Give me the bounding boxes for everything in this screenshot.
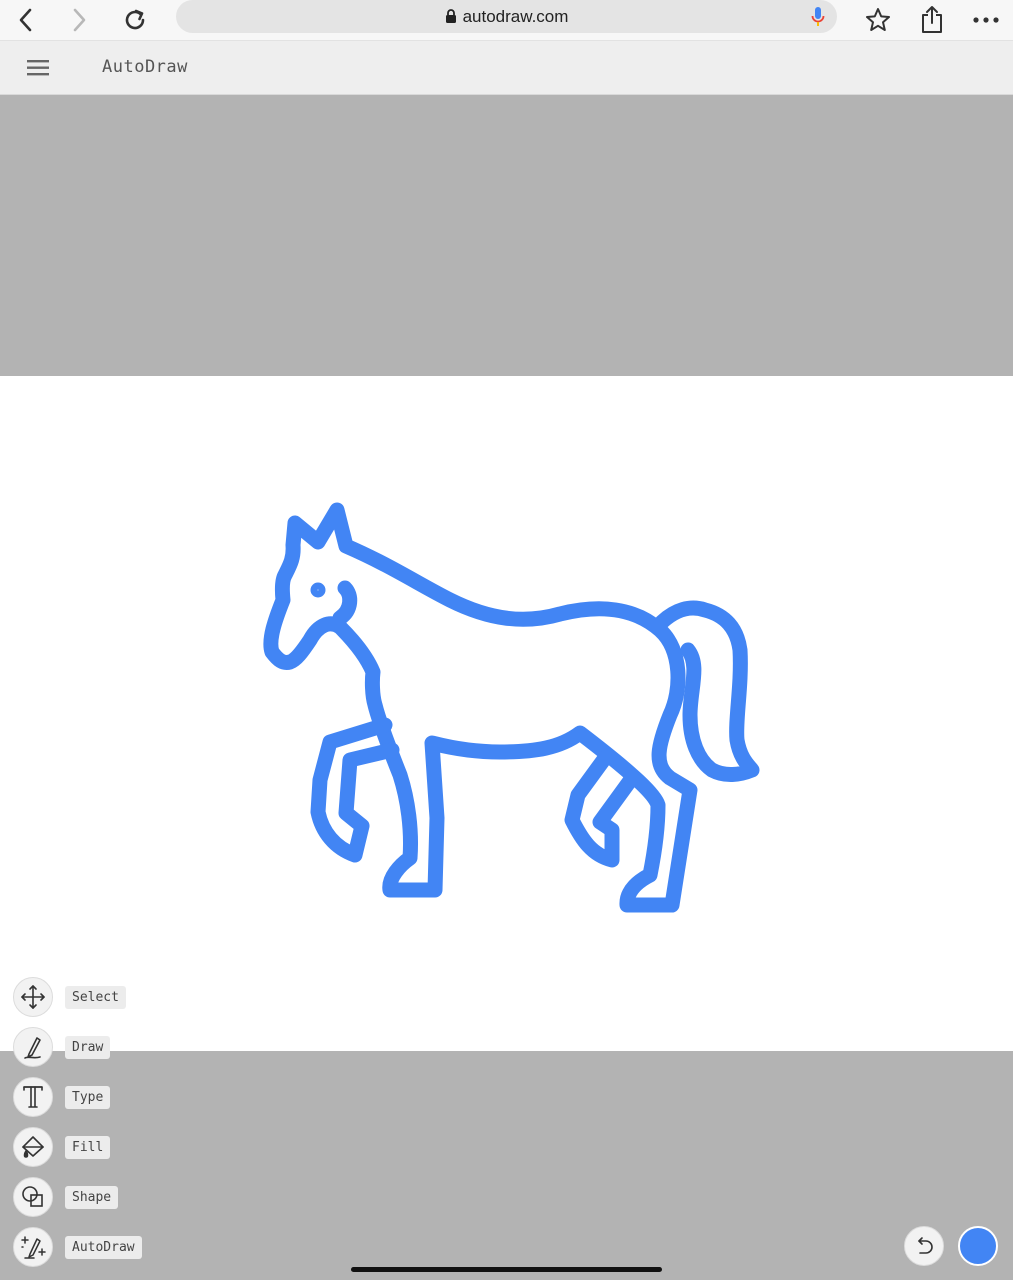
tool-draw[interactable]: Draw — [13, 1026, 111, 1068]
move-icon — [21, 985, 45, 1009]
home-indicator — [351, 1267, 662, 1272]
tool-shape[interactable]: Shape — [13, 1176, 119, 1218]
autodraw-tool-button[interactable] — [13, 1227, 53, 1267]
menu-button[interactable] — [24, 55, 52, 81]
fill-tool-label: Fill — [65, 1135, 111, 1159]
forward-button[interactable] — [61, 2, 97, 38]
reload-icon — [125, 9, 145, 30]
share-icon — [922, 6, 942, 33]
tool-autodraw[interactable]: AutoDraw — [13, 1226, 142, 1268]
shape-tool-button[interactable] — [13, 1177, 53, 1217]
type-tool-label: Type — [65, 1085, 111, 1109]
bookmark-button[interactable] — [860, 2, 896, 38]
back-icon — [19, 8, 32, 32]
hamburger-menu-icon — [27, 60, 49, 76]
microphone-icon — [811, 7, 825, 26]
reload-button[interactable] — [117, 2, 153, 38]
more-button[interactable] — [968, 2, 1004, 38]
tool-type[interactable]: Type — [13, 1076, 111, 1118]
browser-toolbar: autodraw.com — [0, 0, 1013, 41]
url-text: autodraw.com — [462, 6, 569, 26]
horse-drawing[interactable] — [0, 376, 1013, 1051]
app-header: AutoDraw — [0, 41, 1013, 95]
autodraw-tool-label: AutoDraw — [65, 1235, 142, 1259]
share-button[interactable] — [914, 2, 950, 38]
shape-tool-label: Shape — [65, 1185, 119, 1209]
select-tool-button[interactable] — [13, 977, 53, 1017]
autodraw-sparkle-icon — [21, 1236, 46, 1259]
app-title: AutoDraw — [102, 57, 188, 77]
pencil-icon — [24, 1037, 41, 1059]
lock-icon — [445, 9, 456, 23]
tool-select[interactable]: Select — [13, 976, 126, 1018]
back-button[interactable] — [8, 2, 44, 38]
select-tool-label: Select — [65, 985, 126, 1009]
drawing-canvas[interactable] — [0, 376, 1013, 1051]
fill-tool-button[interactable] — [13, 1127, 53, 1167]
more-icon — [973, 17, 999, 23]
shapes-icon — [22, 1186, 43, 1207]
address-bar[interactable]: autodraw.com — [176, 0, 837, 33]
forward-icon — [73, 8, 86, 32]
color-picker-button[interactable] — [958, 1226, 998, 1266]
draw-tool-label: Draw — [65, 1035, 111, 1059]
draw-tool-button[interactable] — [13, 1027, 53, 1067]
undo-button[interactable] — [904, 1226, 944, 1266]
star-icon — [866, 8, 890, 31]
text-icon — [23, 1086, 43, 1108]
type-tool-button[interactable] — [13, 1077, 53, 1117]
paint-bucket-icon — [22, 1136, 44, 1158]
microphone-button[interactable] — [811, 6, 825, 32]
undo-icon — [918, 1237, 933, 1254]
tool-fill[interactable]: Fill — [13, 1126, 111, 1168]
